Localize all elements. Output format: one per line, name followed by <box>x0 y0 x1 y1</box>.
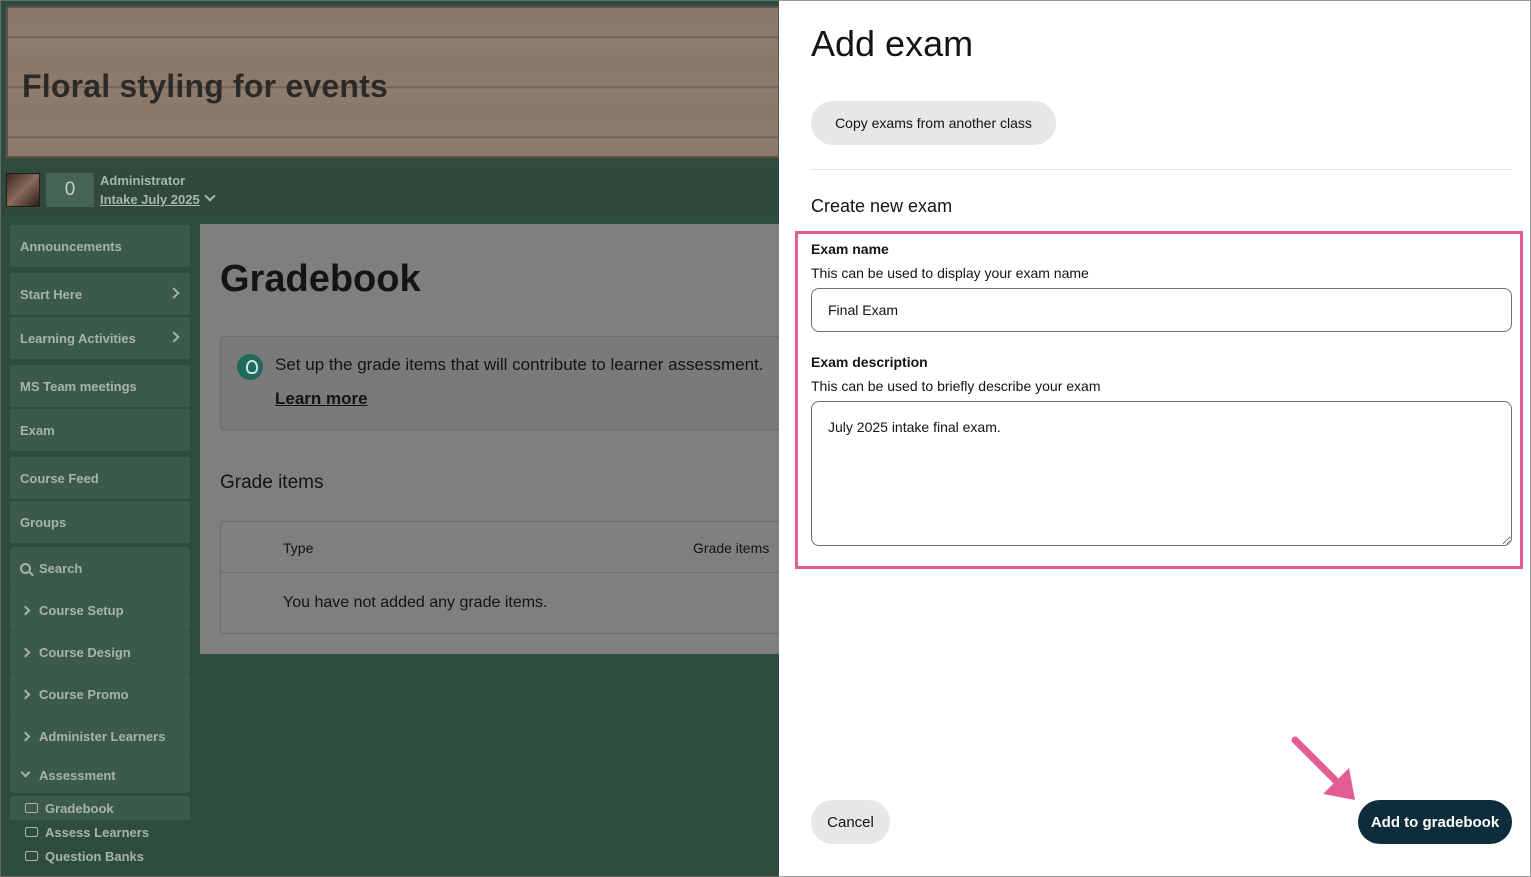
user-bar: 0 Administrator Intake July 2025 <box>1 166 779 216</box>
tip-text: Set up the grade items that will contrib… <box>275 355 764 374</box>
sidebar-item-label: MS Team meetings <box>20 378 137 394</box>
sidebar-item-search[interactable]: Search <box>10 547 190 589</box>
sidebar-item-label: Course Promo <box>39 686 129 702</box>
course-page-background: Floral styling for events 0 Administrato… <box>0 0 779 877</box>
sidebar-item-label: Search <box>39 560 83 576</box>
sidebar-item-course-promo[interactable]: Course Promo <box>10 673 190 715</box>
add-exam-drawer: Add exam Copy exams from another class C… <box>779 0 1531 877</box>
column-header-grade-items: Grade items <box>693 540 770 556</box>
chevron-right-icon <box>20 605 31 615</box>
sidebar-subitem-label: Gradebook <box>45 800 114 816</box>
empty-state-text: You have not added any grade items. <box>283 594 548 611</box>
course-banner: Floral styling for events <box>6 6 779 158</box>
sidebar-subitem-label: Assess Learners <box>45 824 150 840</box>
user-role: Administrator <box>100 173 186 188</box>
sidebar-item-ms-team-meetings[interactable]: MS Team meetings <box>10 365 190 407</box>
sidebar-item-course-design[interactable]: Course Design <box>10 631 190 673</box>
search-icon <box>20 562 31 574</box>
page-title: Gradebook <box>220 258 421 300</box>
column-header-type: Type <box>283 540 314 556</box>
info-tip: Set up the grade items that will contrib… <box>220 336 779 430</box>
list-icon <box>25 851 38 861</box>
exam-name-hint: This can be used to display your exam na… <box>811 265 1089 281</box>
sidebar-item-label: Assessment <box>39 767 116 783</box>
gradebook-panel: Gradebook Set up the grade items that wi… <box>200 224 779 654</box>
sidebar-subitem-gradebook[interactable]: Gradebook <box>10 796 190 820</box>
chevron-right-icon <box>168 287 180 299</box>
chat-icon <box>25 827 38 837</box>
exam-description-label: Exam description <box>811 354 928 370</box>
sidebar-item-label: Learning Activities <box>20 330 136 346</box>
sidebar-item-announcements[interactable]: Announcements <box>10 225 190 267</box>
sidebar-item-course-setup[interactable]: Course Setup <box>10 589 190 631</box>
exam-name-label: Exam name <box>811 241 889 257</box>
intake-selector[interactable]: Intake July 2025 <box>100 190 216 207</box>
sidebar-item-administer-learners[interactable]: Administer Learners <box>10 715 190 757</box>
sidebar-item-label: Announcements <box>20 238 122 254</box>
grade-items-heading: Grade items <box>220 472 324 493</box>
add-to-gradebook-button[interactable]: Add to gradebook <box>1358 800 1512 844</box>
drawer-title: Add exam <box>811 23 974 64</box>
notification-count[interactable]: 0 <box>46 173 94 207</box>
avatar[interactable] <box>6 173 40 207</box>
course-title: Floral styling for events <box>22 68 388 104</box>
sidebar-item-label: Groups <box>20 514 67 530</box>
divider <box>811 169 1511 170</box>
sidebar-item-label: Course Feed <box>20 470 99 486</box>
sidebar-item-start-here[interactable]: Start Here <box>10 273 190 315</box>
lightbulb-icon <box>237 354 263 380</box>
exam-description-hint: This can be used to briefly describe you… <box>811 378 1101 394</box>
sidebar-subitem-label: Question Banks <box>45 848 144 864</box>
chevron-down-icon <box>20 767 31 777</box>
book-icon <box>25 803 38 813</box>
sidebar-item-learning-activities[interactable]: Learning Activities <box>10 317 190 359</box>
chevron-right-icon <box>20 731 31 741</box>
chevron-right-icon <box>168 331 180 343</box>
grade-items-table: Type Grade items You have not added any … <box>220 521 779 634</box>
exam-description-input[interactable]: July 2025 intake final exam. <box>811 401 1512 546</box>
sidebar-item-exam[interactable]: Exam <box>10 409 190 451</box>
sidebar-item-label: Course Design <box>39 644 131 660</box>
section-title: Create new exam <box>811 196 953 216</box>
sidebar-item-label: Course Setup <box>39 602 124 618</box>
intake-label: Intake July 2025 <box>100 192 200 207</box>
sidebar-item-label: Start Here <box>20 286 83 302</box>
cancel-button[interactable]: Cancel <box>811 800 890 844</box>
table-divider <box>221 572 779 573</box>
sidebar-item-label: Exam <box>20 422 55 438</box>
sidebar-item-assessment[interactable]: Assessment <box>10 757 190 793</box>
sidebar-item-groups[interactable]: Groups <box>10 501 190 543</box>
learn-more-link[interactable]: Learn more <box>275 389 368 409</box>
sidebar-item-course-feed[interactable]: Course Feed <box>10 457 190 499</box>
exam-name-input[interactable] <box>811 288 1512 332</box>
chevron-right-icon <box>20 647 31 657</box>
chevron-down-icon <box>204 190 216 202</box>
sidebar-subitem-assess-learners[interactable]: Assess Learners <box>10 820 190 844</box>
pointer-arrow-icon <box>1291 736 1355 800</box>
chevron-right-icon <box>20 689 31 699</box>
sidebar-subitem-question-banks[interactable]: Question Banks <box>10 844 190 868</box>
sidebar-item-label: Administer Learners <box>39 728 166 744</box>
copy-exams-button[interactable]: Copy exams from another class <box>811 101 1056 145</box>
